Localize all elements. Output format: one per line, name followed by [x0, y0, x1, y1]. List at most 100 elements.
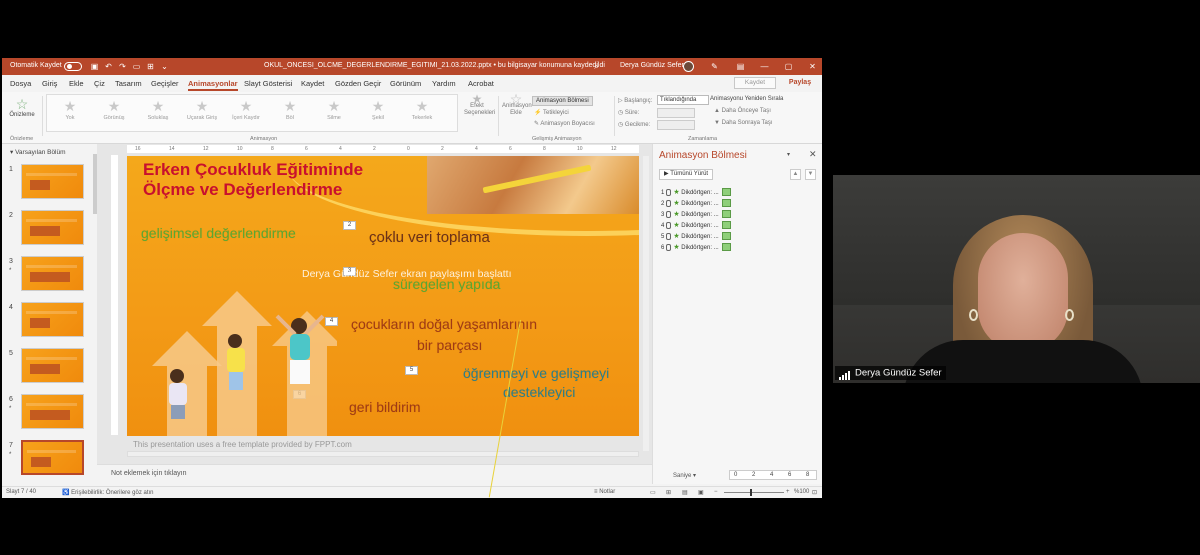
- slide-canvas[interactable]: Erken Çocukluk Eğitiminde Ölçme ve Değer…: [127, 156, 639, 436]
- slide-thumbnail[interactable]: [21, 394, 84, 429]
- slideshow-icon[interactable]: ▭: [132, 62, 141, 71]
- notes-placeholder: Not eklemek için tıklayın: [111, 470, 187, 477]
- text-cocuklarin[interactable]: çocukların doğal yaşamlarının: [351, 316, 537, 332]
- menu-tab[interactable]: Kaydet: [301, 79, 324, 88]
- ruler-tick: 14: [169, 146, 175, 152]
- menu-tab[interactable]: Tasarım: [115, 79, 142, 88]
- menu-tab[interactable]: Acrobat: [468, 79, 494, 88]
- move-up-icon[interactable]: ▲: [790, 169, 801, 180]
- menu-tab[interactable]: Görünüm: [390, 79, 421, 88]
- text-destekleyici[interactable]: destekleyici: [503, 384, 575, 400]
- slide-thumbnail[interactable]: [21, 302, 84, 337]
- pen-icon[interactable]: ✎: [710, 62, 719, 71]
- text-ogrenmeyi[interactable]: öğrenmeyi ve gelişmeyi: [463, 365, 609, 381]
- menu-tab[interactable]: Slayt Gösterisi: [244, 79, 292, 88]
- slide-thumbnail[interactable]: [21, 348, 84, 383]
- duration-spinner[interactable]: [657, 108, 695, 118]
- animation-effect[interactable]: ★ Uçarak Giriş: [181, 97, 223, 121]
- animation-list-item[interactable]: 6 ★ Dikdörtgen: ...: [661, 243, 731, 253]
- menu-tab[interactable]: Yardım: [432, 79, 456, 88]
- menu-tab[interactable]: Animasyonlar: [188, 79, 238, 91]
- editor-vertical-scrollbar[interactable]: [643, 156, 649, 451]
- move-later-button[interactable]: ▼ Daha Sonraya Taşı: [714, 120, 773, 126]
- menu-tab[interactable]: Gözden Geçir: [335, 79, 381, 88]
- slide-thumbnail[interactable]: [21, 440, 84, 475]
- animation-list-item[interactable]: 4 ★ Dikdörtgen: ...: [661, 221, 731, 231]
- animation-painter-button[interactable]: ✎ Animasyon Boyacısı: [534, 120, 595, 127]
- undo-icon[interactable]: ↶: [104, 62, 113, 71]
- text-bir-parcasi[interactable]: bir parçası: [417, 337, 482, 353]
- animation-list-item[interactable]: 3 ★ Dikdörtgen: ...: [661, 210, 731, 220]
- pane-options-icon[interactable]: ▾: [787, 151, 790, 158]
- zoom-level[interactable]: %100: [794, 489, 809, 495]
- slide-title-line1: Erken Çocukluk Eğitiminde: [143, 160, 364, 179]
- animation-tag[interactable]: 5: [405, 366, 418, 375]
- animation-effect[interactable]: ★ Görünüş: [93, 97, 135, 121]
- slideshow-view-icon[interactable]: ▣: [698, 489, 704, 496]
- search-icon[interactable]: ⌕: [592, 62, 601, 71]
- text-gelisimsel[interactable]: gelişimsel değerlendirme: [141, 225, 296, 241]
- notes-pane[interactable]: Not eklemek için tıklayın: [97, 464, 652, 484]
- animation-tag[interactable]: 2: [343, 221, 356, 230]
- sorter-view-icon[interactable]: ⊞: [666, 489, 671, 496]
- zoom-slider[interactable]: [724, 492, 784, 493]
- animation-effect[interactable]: ★ Soluklaş: [137, 97, 179, 121]
- zoom-in-icon[interactable]: +: [786, 489, 790, 495]
- thumbnail-content: [27, 450, 76, 453]
- animation-effect[interactable]: ★ Böl: [269, 97, 311, 121]
- normal-view-icon[interactable]: ▭: [650, 489, 656, 496]
- seconds-dropdown[interactable]: Saniye ▾: [673, 472, 696, 479]
- move-down-icon[interactable]: ▼: [805, 169, 816, 180]
- fit-slide-icon[interactable]: ⊡: [812, 489, 817, 496]
- move-earlier-button[interactable]: ▲ Daha Önceye Taşı: [714, 108, 771, 114]
- kaydet-button[interactable]: Kaydet: [734, 77, 776, 89]
- ribbon-display-icon[interactable]: ▤: [736, 62, 745, 71]
- animation-list-item[interactable]: 5 ★ Dikdörtgen: ...: [661, 232, 731, 242]
- present-icon[interactable]: ⊞: [146, 62, 155, 71]
- close-icon[interactable]: ✕: [808, 62, 817, 71]
- share-button[interactable]: Paylaş: [781, 77, 819, 89]
- editor-horizontal-scrollbar[interactable]: [127, 451, 639, 457]
- menu-tab[interactable]: Ekle: [69, 79, 84, 88]
- slide-thumbnail[interactable]: [21, 256, 84, 291]
- delay-spinner[interactable]: [657, 120, 695, 130]
- notes-button[interactable]: ≡ Notlar: [594, 489, 615, 495]
- maximize-icon[interactable]: ▢: [784, 62, 793, 71]
- menu-tab[interactable]: Çiz: [94, 79, 105, 88]
- section-header[interactable]: ▾ Varsayılan Bölüm: [10, 148, 66, 156]
- entrance-effect-icon: ★: [673, 211, 680, 218]
- save-icon[interactable]: ▣: [90, 62, 99, 71]
- animation-pane-button[interactable]: Animasyon Bölmesi: [532, 96, 593, 106]
- add-animation-button[interactable]: ☆ Animasyon Ekle: [502, 92, 532, 117]
- autosave-toggle[interactable]: [64, 62, 82, 71]
- play-all-button[interactable]: ▶ Tümünü Yürüt: [659, 169, 714, 180]
- animation-effect[interactable]: ★ Yok: [49, 97, 91, 121]
- customize-icon[interactable]: ⌄: [160, 62, 169, 71]
- menu-tab[interactable]: Geçişler: [151, 79, 179, 88]
- menu-tab[interactable]: Dosya: [10, 79, 31, 88]
- redo-icon[interactable]: ↷: [118, 62, 127, 71]
- zoom-slider-thumb[interactable]: [750, 489, 752, 496]
- text-coklu-veri[interactable]: çoklu veri toplama: [369, 229, 490, 246]
- accessibility-status[interactable]: ♿ Erişilebilirlik: Önerilere göz atın: [62, 489, 154, 496]
- effect-options-button[interactable]: ★ Efekt Seçenekleri: [464, 93, 495, 117]
- animation-effect[interactable]: ★ Tekerlek: [401, 97, 443, 121]
- user-avatar[interactable]: [683, 61, 694, 72]
- slide-thumbnail[interactable]: [21, 210, 84, 245]
- reading-view-icon[interactable]: ▤: [682, 489, 688, 496]
- text-geri-bildirim[interactable]: geri bildirim: [349, 399, 421, 415]
- animation-effect[interactable]: ★ Silme: [313, 97, 355, 121]
- pane-close-icon[interactable]: ✕: [809, 149, 817, 160]
- preview-button[interactable]: ☆ Önizleme: [8, 96, 36, 118]
- animation-effect[interactable]: ★ Şekil: [357, 97, 399, 121]
- animation-list-item[interactable]: 2 ★ Dikdörtgen: ...: [661, 199, 731, 209]
- zoom-out-icon[interactable]: −: [714, 489, 718, 495]
- animation-list-item[interactable]: 1 ★ Dikdörtgen: ...: [661, 188, 731, 198]
- animation-effect[interactable]: ★ İçeri Kaydır: [225, 97, 267, 121]
- menu-tab[interactable]: Giriş: [42, 79, 57, 88]
- slide-title[interactable]: Erken Çocukluk Eğitiminde Ölçme ve Değer…: [143, 160, 433, 200]
- trigger-button[interactable]: ⚡ Tetikleyici: [534, 109, 569, 116]
- start-dropdown[interactable]: Tıklandığında: [657, 95, 709, 105]
- slide-thumbnail[interactable]: [21, 164, 84, 199]
- minimize-icon[interactable]: —: [760, 62, 769, 71]
